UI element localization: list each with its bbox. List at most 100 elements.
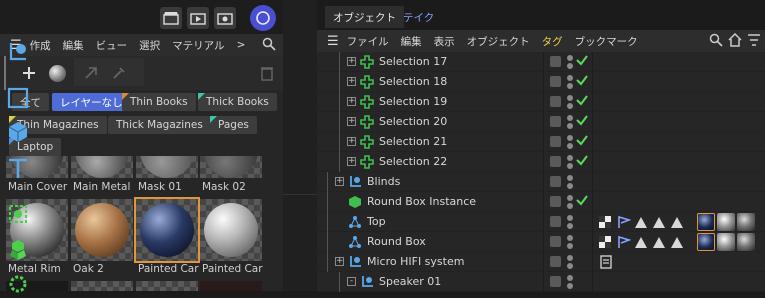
- visibility-dots[interactable]: [567, 115, 573, 129]
- redshift-icon[interactable]: [250, 5, 276, 31]
- null-object-icon[interactable]: [4, 38, 32, 66]
- layer-icon[interactable]: [550, 276, 561, 287]
- object-row[interactable]: + Selection 19: [317, 92, 765, 112]
- object-row[interactable]: - Speaker 01: [317, 272, 765, 292]
- layer-icon[interactable]: [550, 136, 561, 147]
- checker-tag-icon[interactable]: [599, 216, 611, 228]
- enabled-check-icon[interactable]: [575, 73, 589, 90]
- visibility-dots[interactable]: [567, 75, 573, 89]
- filter-chip-thick-magazines[interactable]: Thick Magazines: [108, 116, 211, 134]
- object-name[interactable]: Round Box Instance: [367, 195, 476, 208]
- object-name[interactable]: Selection 18: [379, 75, 447, 88]
- object-name[interactable]: Blinds: [367, 175, 400, 188]
- menu-more[interactable]: >: [237, 39, 246, 51]
- material-sphere-icon[interactable]: [46, 62, 68, 84]
- expand-toggle[interactable]: +: [335, 257, 344, 266]
- menu-object[interactable]: オブジェクト: [467, 34, 530, 49]
- object-name[interactable]: Selection 21: [379, 135, 447, 148]
- expand-toggle[interactable]: -: [347, 277, 356, 286]
- object-row[interactable]: + Selection 17: [317, 52, 765, 72]
- filter-chip-no-layer[interactable]: レイヤーなし: [52, 93, 131, 111]
- menu-material[interactable]: マテリアル: [172, 38, 224, 53]
- phong-tag-icon[interactable]: [653, 217, 665, 228]
- effector-icon[interactable]: [4, 270, 32, 298]
- material-tag-icon[interactable]: [717, 233, 735, 251]
- text-tool-icon[interactable]: [4, 154, 32, 182]
- layer-icon[interactable]: [550, 156, 561, 167]
- object-name[interactable]: Selection 22: [379, 155, 447, 168]
- material-tag-icon[interactable]: [737, 233, 755, 251]
- material-tag-icon[interactable]: [717, 213, 735, 231]
- filter-chip-thick-books[interactable]: Thick Books: [198, 93, 277, 111]
- visibility-dots[interactable]: [567, 195, 573, 209]
- generator-icon[interactable]: [4, 200, 32, 228]
- material-swatch-selected[interactable]: [134, 197, 200, 263]
- object-row[interactable]: Round Box: [317, 232, 765, 252]
- visibility-dots[interactable]: [567, 175, 573, 189]
- phong-tag-icon[interactable]: [635, 217, 647, 228]
- phong-tag-icon[interactable]: [671, 217, 683, 228]
- menu-select[interactable]: 選択: [139, 38, 160, 53]
- search-icon[interactable]: [709, 33, 723, 50]
- material-swatch[interactable]: [71, 156, 133, 178]
- object-name[interactable]: Round Box: [367, 235, 426, 248]
- enabled-check-icon[interactable]: [575, 113, 589, 130]
- object-row[interactable]: Round Box Instance: [317, 192, 765, 212]
- enabled-check-icon[interactable]: [575, 133, 589, 150]
- search-icon[interactable]: [262, 37, 276, 54]
- layer-icon[interactable]: [550, 96, 561, 107]
- hamburger-icon[interactable]: ☰: [327, 34, 339, 49]
- visibility-dots[interactable]: [567, 55, 573, 69]
- menu-edit[interactable]: 編集: [401, 34, 422, 49]
- layer-icon[interactable]: [550, 236, 561, 247]
- visibility-dots[interactable]: [567, 275, 573, 289]
- layer-icon[interactable]: [550, 56, 561, 67]
- layer-icon[interactable]: [550, 216, 561, 227]
- clapper-icon[interactable]: [160, 7, 182, 29]
- enabled-check-icon[interactable]: [575, 153, 589, 170]
- menu-create[interactable]: 作成: [30, 38, 51, 53]
- uvw-tag-icon[interactable]: [617, 235, 632, 252]
- expand-toggle[interactable]: +: [347, 57, 356, 66]
- layer-icon[interactable]: [550, 196, 561, 207]
- material-tag-icon[interactable]: [697, 233, 715, 251]
- object-row[interactable]: + Micro HIFI system: [317, 252, 765, 272]
- expand-toggle[interactable]: +: [347, 157, 356, 166]
- material-swatch[interactable]: [71, 281, 133, 291]
- menu-view[interactable]: ビュー: [96, 38, 128, 53]
- square-spline-icon[interactable]: [4, 84, 32, 112]
- visibility-dots[interactable]: [567, 215, 573, 229]
- material-swatch[interactable]: [200, 156, 262, 178]
- visibility-dots[interactable]: [567, 155, 573, 169]
- material-swatch[interactable]: [136, 281, 198, 291]
- visibility-dots[interactable]: [567, 135, 573, 149]
- enabled-check-icon[interactable]: [575, 193, 589, 210]
- phong-tag-icon[interactable]: [635, 237, 647, 248]
- object-name[interactable]: Selection 17: [379, 55, 447, 68]
- phong-tag-icon[interactable]: [653, 237, 665, 248]
- tab-objects[interactable]: オブジェクト: [325, 6, 404, 28]
- material-swatch[interactable]: [71, 199, 133, 261]
- object-row[interactable]: + Selection 21: [317, 132, 765, 152]
- menu-tags[interactable]: タグ: [542, 34, 563, 49]
- object-row[interactable]: + Selection 20: [317, 112, 765, 132]
- enabled-check-icon[interactable]: [575, 93, 589, 110]
- layer-icon[interactable]: [550, 176, 561, 187]
- object-name[interactable]: Top: [367, 215, 386, 228]
- material-tag-icon[interactable]: [697, 213, 715, 231]
- cube-icon[interactable]: [4, 118, 32, 146]
- expand-toggle[interactable]: +: [347, 117, 356, 126]
- checker-tag-icon[interactable]: [599, 236, 611, 248]
- cloner-icon[interactable]: [4, 236, 32, 264]
- menu-view[interactable]: 表示: [434, 34, 455, 49]
- object-row[interactable]: Top: [317, 212, 765, 232]
- filter-chip-pages[interactable]: Pages: [210, 116, 257, 134]
- layer-icon[interactable]: [550, 116, 561, 127]
- object-name[interactable]: Speaker 01: [379, 275, 441, 288]
- enabled-check-icon[interactable]: [575, 53, 589, 70]
- filter-icon[interactable]: [747, 33, 761, 50]
- phong-tag-icon[interactable]: [671, 237, 683, 248]
- object-name[interactable]: Selection 19: [379, 95, 447, 108]
- layer-icon[interactable]: [550, 76, 561, 87]
- object-row[interactable]: + Blinds: [317, 172, 765, 192]
